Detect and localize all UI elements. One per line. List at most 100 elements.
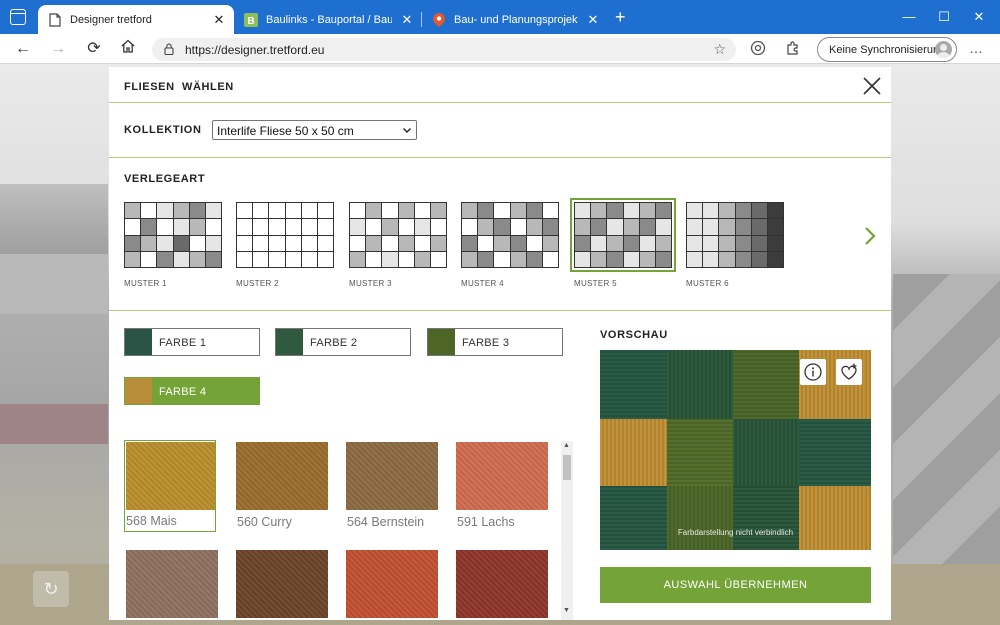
tile-568-mais[interactable]: 568 Mais xyxy=(124,440,216,532)
color-slot-2-button[interactable]: FARBE 2 xyxy=(275,328,411,356)
tile-item[interactable] xyxy=(346,550,438,620)
info-button[interactable] xyxy=(800,359,826,385)
pattern-cell xyxy=(478,251,494,267)
pattern-muster-3[interactable] xyxy=(349,202,447,268)
close-tab-icon[interactable]: ✕ xyxy=(400,12,414,28)
scroll-up-icon[interactable]: ▲ xyxy=(563,442,570,449)
color-slot-4-button[interactable]: FARBE 4 xyxy=(124,377,260,405)
home-icon[interactable] xyxy=(117,38,139,60)
pattern-cell xyxy=(414,219,430,235)
tile-560-curry[interactable]: 560 Curry xyxy=(236,442,328,534)
pattern-cell xyxy=(510,251,526,267)
refresh-icon[interactable]: ⟳ xyxy=(83,38,105,60)
lock-icon[interactable] xyxy=(164,43,174,58)
add-favorite-icon[interactable]: ☆ xyxy=(713,41,726,58)
scroll-down-icon[interactable]: ▼ xyxy=(563,607,570,614)
color-slot-1-button[interactable]: FARBE 1 xyxy=(124,328,260,356)
info-icon xyxy=(804,363,822,381)
pattern-muster-6[interactable] xyxy=(686,202,784,268)
tab-designer-tretford[interactable]: Designer tretford ✕ xyxy=(38,5,234,34)
tile-item[interactable] xyxy=(456,550,548,620)
tile-item[interactable] xyxy=(126,550,218,620)
tab-baulinks[interactable]: B Baulinks - Bauportal / Baumagaz ✕ xyxy=(234,5,422,34)
pattern-cell xyxy=(703,235,719,251)
pattern-cell xyxy=(157,251,173,267)
close-icon[interactable] xyxy=(861,75,883,97)
pattern-cell xyxy=(253,251,269,267)
pattern-cell xyxy=(398,203,414,219)
pattern-muster-1[interactable] xyxy=(124,202,222,268)
pattern-cell xyxy=(687,203,703,219)
new-tab-icon[interactable]: + xyxy=(615,8,626,26)
pattern-cell xyxy=(205,203,221,219)
tile-564-bernstein[interactable]: 564 Bernstein xyxy=(346,442,438,534)
pattern-cell xyxy=(735,251,751,267)
color-slot-label: FARBE 1 xyxy=(159,337,207,349)
pattern-cell xyxy=(655,219,671,235)
pattern-cell xyxy=(398,235,414,251)
preview-tile xyxy=(733,350,799,419)
tile-swatch xyxy=(456,550,548,618)
tab-actions-icon[interactable] xyxy=(10,9,26,25)
pattern-muster-5[interactable] xyxy=(570,198,676,272)
close-tab-icon[interactable]: ✕ xyxy=(586,12,600,28)
address-bar[interactable]: https://designer.tretford.eu ☆ xyxy=(152,38,736,61)
rug-shape xyxy=(0,404,108,444)
pattern-cell xyxy=(189,203,205,219)
pattern-cell xyxy=(767,235,783,251)
pattern-cell xyxy=(301,235,317,251)
chevron-right-icon[interactable] xyxy=(863,226,877,246)
collection-value: Interlife Fliese 50 x 50 cm xyxy=(217,124,354,138)
pattern-cell xyxy=(575,251,591,267)
divider xyxy=(109,310,891,311)
pattern-cell xyxy=(253,219,269,235)
color-slot-3-button[interactable]: FARBE 3 xyxy=(427,328,563,356)
apply-selection-button[interactable]: AUSWAHL ÜBERNEHMEN xyxy=(600,567,871,603)
pattern-cell xyxy=(462,203,478,219)
pattern-cell xyxy=(382,203,398,219)
tile-item[interactable] xyxy=(236,550,328,620)
pattern-cell xyxy=(269,203,285,219)
svg-text:B: B xyxy=(248,16,255,27)
pattern-cell xyxy=(655,203,671,219)
more-icon[interactable]: … xyxy=(969,40,983,56)
pattern-cell xyxy=(125,251,141,267)
pattern-cell xyxy=(350,219,366,235)
tab-bauprojekte[interactable]: Bau- und Planungsprojekte auf I ✕ xyxy=(422,5,608,34)
pattern-cell xyxy=(414,251,430,267)
color-swatch xyxy=(125,378,152,404)
sync-profile-button[interactable]: Keine Synchronisierung xyxy=(817,37,957,62)
pattern-cell xyxy=(623,251,639,267)
forward-icon[interactable]: → xyxy=(47,38,69,60)
close-tab-icon[interactable]: ✕ xyxy=(212,12,226,28)
pattern-cell xyxy=(526,203,542,219)
browser-essentials-icon[interactable] xyxy=(749,40,767,58)
pattern-cell xyxy=(478,219,494,235)
pattern-cell xyxy=(655,251,671,267)
scrollbar-thumb[interactable] xyxy=(563,455,571,480)
tile-591-lachs[interactable]: 591 Lachs xyxy=(456,442,548,534)
extensions-icon[interactable] xyxy=(784,40,802,58)
favorite-button[interactable] xyxy=(836,359,862,385)
pattern-muster-2[interactable] xyxy=(236,202,334,268)
tile-swatch xyxy=(236,442,328,510)
close-window-icon[interactable]: ✕ xyxy=(957,6,1000,28)
pattern-muster-4[interactable] xyxy=(461,202,559,268)
pattern-cell xyxy=(687,251,703,267)
pattern-cell xyxy=(751,203,767,219)
tile-name: 564 Bernstein xyxy=(347,515,425,529)
pattern-cell xyxy=(591,219,607,235)
pattern-cell xyxy=(350,203,366,219)
pattern-cell xyxy=(173,203,189,219)
tiles-scrollbar[interactable]: ▲ ▼ xyxy=(561,441,573,620)
collection-select[interactable]: Interlife Fliese 50 x 50 cm xyxy=(212,120,417,140)
color-slot-label: FARBE 3 xyxy=(462,337,510,349)
pattern-cell xyxy=(639,235,655,251)
pattern-cell xyxy=(639,203,655,219)
pattern-cell xyxy=(719,203,735,219)
rotate-view-icon[interactable]: ↻ xyxy=(33,571,69,607)
back-icon[interactable]: ← xyxy=(12,38,34,60)
pattern-cell xyxy=(382,251,398,267)
pattern-cell xyxy=(767,251,783,267)
pattern-label: MUSTER 5 xyxy=(574,279,617,288)
